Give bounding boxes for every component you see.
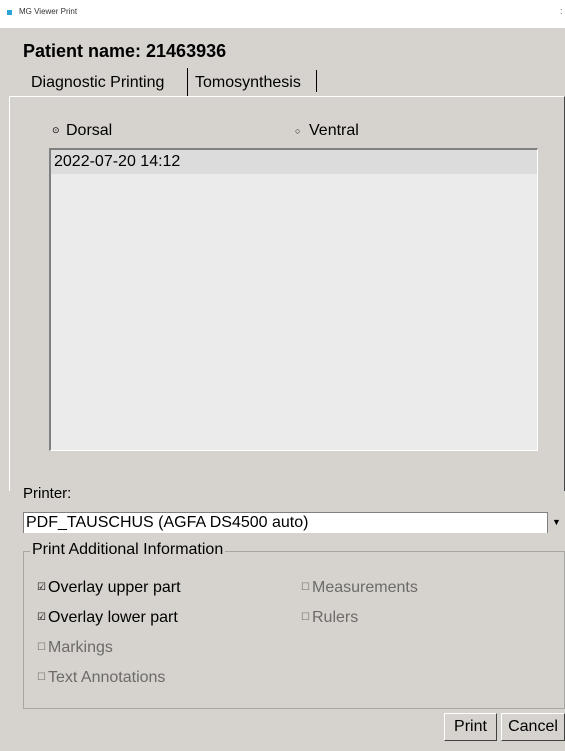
radio-dorsal[interactable]: ⊙ Dorsal — [52, 122, 112, 140]
checkbox-text-annotations[interactable]: ☐ Text Annotations — [37, 669, 165, 687]
checkbox-unchecked-icon: ☐ — [37, 672, 46, 684]
checkbox-rulers[interactable]: ☐ Rulers — [301, 609, 358, 627]
checkbox-unchecked-icon: ☐ — [37, 642, 46, 654]
group-title: Print Additional Information — [30, 541, 226, 559]
checkbox-unchecked-icon: ☐ — [301, 582, 310, 594]
checkbox-label: Markings — [48, 639, 113, 656]
checkbox-label: Overlay upper part — [48, 579, 181, 596]
checkbox-label: Overlay lower part — [48, 609, 178, 626]
title-bar: MG Viewer Print : — [0, 0, 565, 28]
app-icon — [7, 10, 12, 15]
checkbox-measurements[interactable]: ☐ Measurements — [301, 579, 418, 597]
tab-tomosynthesis[interactable]: Tomosynthesis — [187, 68, 320, 96]
radio-selected-icon: ⊙ — [52, 125, 60, 136]
checkbox-label: Measurements — [312, 579, 418, 596]
checkbox-unchecked-icon: ☐ — [301, 612, 310, 624]
radio-ventral[interactable]: ○ Ventral — [295, 122, 359, 140]
printer-label: Printer: — [23, 485, 72, 502]
radio-unselected-icon: ○ — [295, 125, 301, 136]
radio-ventral-label: Ventral — [309, 122, 359, 139]
printer-select[interactable]: PDF_TAUSCHUS (AGFA DS4500 auto) — [23, 512, 565, 533]
dialog-body: Patient name: 21463936 Diagnostic Printi… — [0, 28, 565, 751]
chevron-down-icon[interactable]: ▼ — [547, 512, 565, 533]
tab-divider — [316, 70, 317, 92]
radio-dorsal-label: Dorsal — [66, 122, 113, 139]
study-list[interactable]: 2022-07-20 14:12 — [49, 148, 538, 451]
window-title: MG Viewer Print — [19, 7, 78, 16]
checkbox-overlay-upper[interactable]: ☑ Overlay upper part — [37, 579, 181, 597]
checkbox-overlay-lower[interactable]: ☑ Overlay lower part — [37, 609, 178, 627]
patient-name: Patient name: 21463936 — [23, 41, 227, 61]
tab-diagnostic-printing[interactable]: Diagnostic Printing — [24, 68, 187, 96]
checkbox-checked-icon: ☑ — [37, 612, 46, 624]
list-item[interactable]: 2022-07-20 14:12 — [51, 150, 537, 174]
checkbox-markings[interactable]: ☐ Markings — [37, 639, 113, 657]
checkbox-label: Text Annotations — [48, 669, 166, 686]
print-button[interactable]: Print — [444, 713, 497, 741]
close-icon[interactable]: : — [560, 6, 563, 16]
checkbox-checked-icon: ☑ — [37, 582, 46, 594]
cancel-button[interactable]: Cancel — [501, 713, 565, 741]
checkbox-label: Rulers — [312, 609, 359, 626]
